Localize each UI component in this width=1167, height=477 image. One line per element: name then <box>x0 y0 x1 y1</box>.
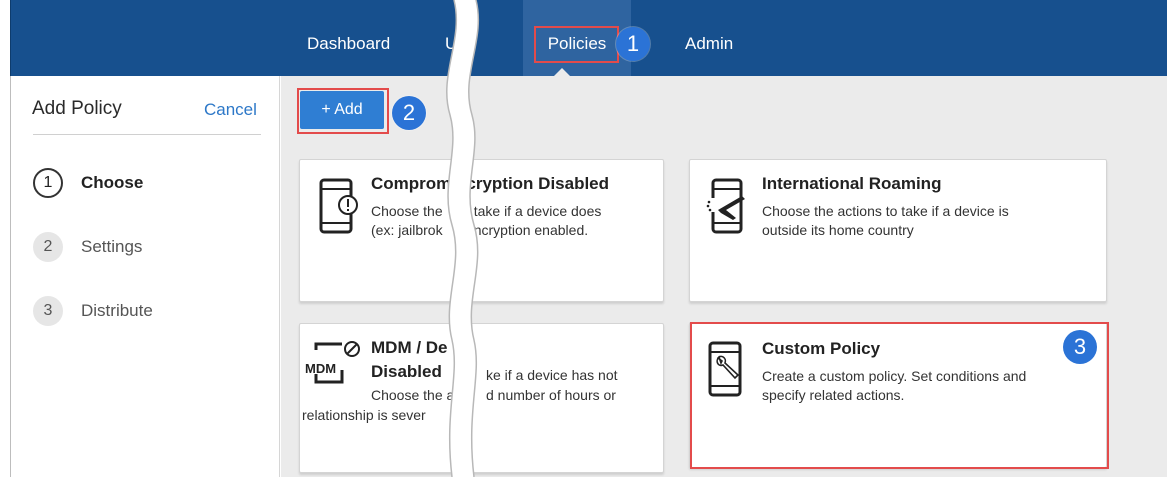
active-nav-caret <box>554 68 570 76</box>
phone-airplane-icon <box>704 178 748 241</box>
card-description: outside its home country <box>762 222 914 238</box>
step-label: Choose <box>81 173 144 192</box>
step-number: 3 <box>33 296 63 326</box>
card-title: International Roaming <box>762 174 942 193</box>
step-label: Settings <box>81 237 143 256</box>
card-description: Choose the actions to take if a device i… <box>762 203 1009 219</box>
add-button-highlight <box>297 88 389 134</box>
divider <box>33 134 261 135</box>
step-number: 2 <box>33 232 63 262</box>
custom-policy-highlight <box>690 322 1109 469</box>
card-description: d number of hours or <box>486 387 616 403</box>
callout-badge: 3 <box>1063 330 1097 364</box>
compromised-phone-icon <box>318 178 358 241</box>
card-title: MDM / De <box>371 338 448 357</box>
nav-item-admin[interactable]: Admin <box>671 0 747 76</box>
callout-badge: 2 <box>392 96 426 130</box>
callout-badge: 1 <box>616 27 650 61</box>
add-policy-panel: Add Policy Cancel 1 Choose 2 Settings 3 … <box>10 76 280 477</box>
policies-highlight <box>534 26 619 63</box>
cancel-link[interactable]: Cancel <box>204 100 257 120</box>
policy-card-international-roaming[interactable]: International Roaming Choose the actions… <box>689 159 1107 302</box>
nav-item-dashboard[interactable]: Dashboard <box>293 0 404 76</box>
panel-title: Add Policy <box>32 98 122 119</box>
card-description: relationship is sever <box>302 407 426 423</box>
step-number: 1 <box>33 168 63 198</box>
mdm-icon-label: MDM <box>305 361 337 376</box>
card-description: ke if a device has not <box>486 367 618 383</box>
card-title: Disabled <box>371 362 442 381</box>
step-label: Distribute <box>81 301 153 320</box>
torn-page-break <box>440 0 490 477</box>
card-title: Comprom ncryption Disabled <box>371 174 610 193</box>
